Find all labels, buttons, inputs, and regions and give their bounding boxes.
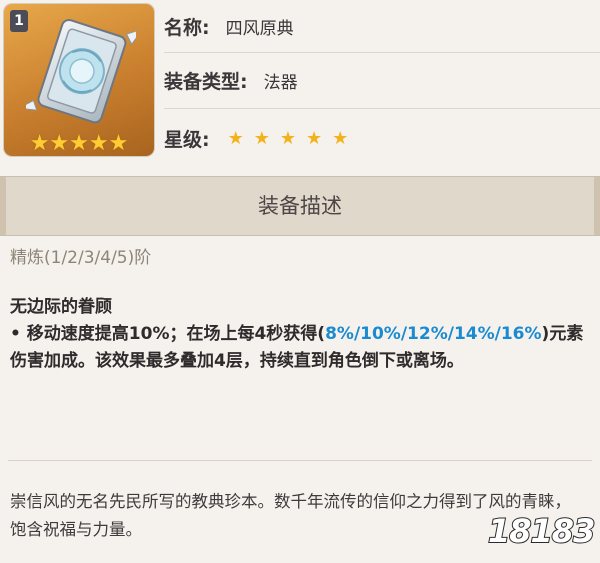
rarity-row: 星级: ★ ★ ★ ★ ★	[164, 114, 594, 162]
weapon-icon-card: 1 ★★★★★	[4, 4, 154, 156]
weapon-name: 四风原典	[225, 18, 294, 39]
catalyst-book-icon	[26, 18, 136, 124]
rarity-stars: ★ ★ ★ ★ ★	[228, 128, 349, 149]
rarity-star-icon: ★	[253, 127, 270, 149]
name-label: 名称:	[164, 16, 210, 39]
effect-description: • 移动速度提高10%；在场上每4秒获得(8%/10%/12%/14%/16%)…	[10, 321, 590, 375]
rarity-star-icon: ★	[306, 127, 323, 149]
effect-name: 无边际的眷顾	[10, 297, 112, 317]
name-row: 名称: 四风原典	[164, 2, 594, 50]
row-divider	[164, 52, 600, 53]
rarity-label: 星级:	[164, 128, 210, 151]
effect-scaling-values: 8%/10%/12%/14%/16%	[325, 324, 542, 344]
row-divider	[164, 108, 600, 109]
card-rarity-stars: ★★★★★	[29, 130, 129, 156]
lore-divider	[8, 460, 592, 461]
type-row: 装备类型: 法器	[164, 56, 594, 104]
effect-desc-prefix: • 移动速度提高10%；在场上每4秒获得(	[10, 324, 326, 344]
refinement-levels: 精炼(1/2/3/4/5)阶	[10, 248, 152, 268]
weapon-type: 法器	[263, 72, 298, 93]
section-header: 装备描述	[0, 176, 600, 236]
site-watermark-logo: 18183	[487, 511, 596, 551]
rarity-star-icon: ★	[332, 127, 349, 149]
section-title: 装备描述	[258, 194, 342, 218]
weapon-info-panel: 1 ★★★★★ 名称: 四风原典 装备类型: 法器 星级: ★ ★ ★ ★ ★	[0, 0, 600, 168]
type-label: 装备类型:	[164, 70, 248, 93]
rarity-star-icon: ★	[227, 127, 244, 149]
rarity-star-icon: ★	[279, 127, 297, 149]
passive-effect: 无边际的眷顾 • 移动速度提高10%；在场上每4秒获得(8%/10%/12%/1…	[10, 294, 590, 375]
